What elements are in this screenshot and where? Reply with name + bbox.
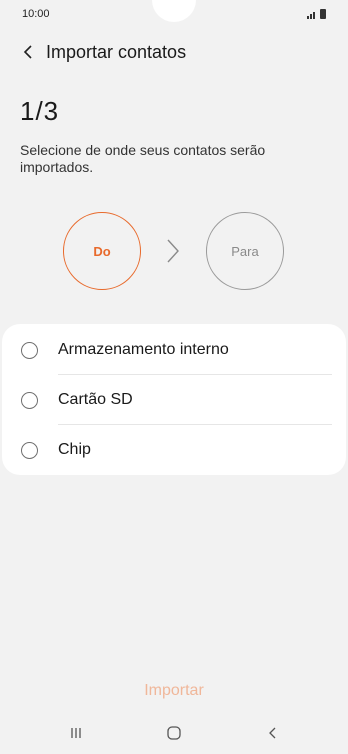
chevron-left-icon	[23, 45, 32, 59]
step-to-label: Para	[231, 243, 259, 259]
navigation-bar	[0, 712, 348, 754]
step-from-circle: Do	[63, 212, 141, 290]
option-label: Armazenamento interno	[58, 341, 229, 358]
import-button[interactable]: Importar	[0, 678, 348, 704]
option-sim-chip[interactable]: Chip	[2, 425, 346, 475]
back-button[interactable]	[16, 40, 40, 64]
page-title: Importar contatos	[46, 41, 187, 62]
home-button[interactable]	[144, 712, 204, 754]
status-time: 10:00	[22, 8, 50, 20]
back-icon	[269, 727, 276, 739]
option-sd-card[interactable]: Cartão SD	[2, 375, 346, 425]
option-label: Cartão SD	[58, 391, 133, 408]
home-icon	[167, 726, 181, 740]
system-back-button[interactable]	[242, 712, 302, 754]
radio-button[interactable]	[21, 341, 38, 359]
instruction-text: Selecione de onde seus contatos serão im…	[20, 142, 266, 175]
step-to-circle: Para	[206, 212, 284, 290]
battery-icon	[320, 9, 326, 19]
option-internal-storage[interactable]: Armazenamento interno	[2, 325, 346, 375]
source-options-list: Armazenamento interno Cartão SD Chip	[2, 324, 346, 475]
status-bar: 10:00	[0, 0, 348, 30]
step-flow: Do Para	[0, 212, 348, 290]
app-header: Importar contatos	[0, 36, 348, 68]
camera-notch	[152, 0, 196, 22]
step-from-label: Do	[93, 243, 111, 259]
recent-apps-button[interactable]	[46, 712, 106, 754]
status-icons	[307, 9, 326, 19]
option-label: Chip	[58, 441, 91, 458]
radio-button[interactable]	[21, 441, 38, 459]
signal-icon	[307, 12, 315, 19]
chevron-right-icon	[167, 239, 179, 263]
recent-apps-icon	[71, 728, 81, 738]
step-counter: 1/3	[20, 96, 60, 126]
radio-button[interactable]	[21, 391, 38, 409]
